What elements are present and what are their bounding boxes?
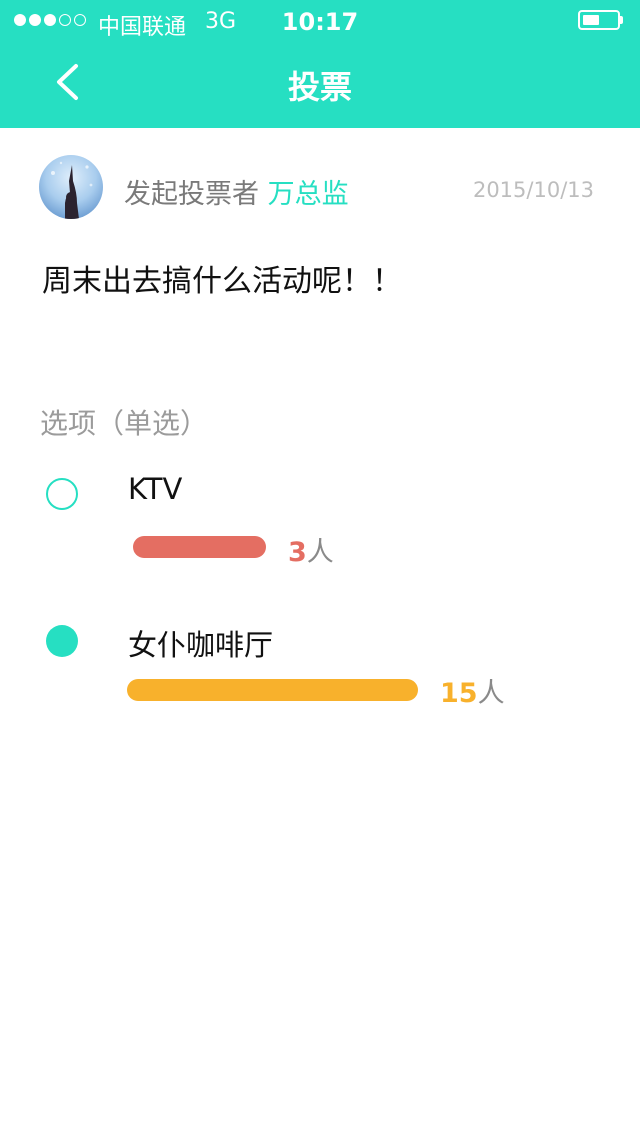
vote-date: 2015/10/13 [472,178,594,202]
starter-name[interactable]: 万总监 [268,179,349,210]
vote-count-number: 3 [288,537,307,568]
vote-starter: 发起投票者 万总监 [124,172,349,211]
page-title: 投票 [287,68,352,106]
vote-question: 周末出去搞什么活动呢！！ [42,264,402,299]
status-time: 10:17 [281,8,359,36]
vote-count-unit: 人 [477,678,505,709]
vote-count-number: 15 [440,678,478,709]
vote-bar [133,536,266,558]
option-maid-cafe[interactable]: 女仆咖啡厅 15人 [0,620,640,740]
battery-icon [578,10,620,30]
option-ktv[interactable]: KTV 3人 [0,470,640,590]
battery-level [583,15,599,25]
options-section-label: 选项（单选） [40,407,209,440]
vote-count: 15人 [440,671,505,710]
radio-button[interactable] [46,478,78,510]
battery-tip [620,16,623,24]
starter-label: 发起投票者 [124,179,259,210]
avatar-image [39,155,103,219]
vote-bar [127,679,418,701]
option-label: KTV [128,472,183,506]
status-bar: 中国联通 3G 10:17 [0,0,640,44]
header-bar: 中国联通 3G 10:17 投票 [0,0,640,128]
radio-button[interactable] [46,625,78,657]
option-label: 女仆咖啡厅 [128,628,274,662]
vote-count-unit: 人 [306,537,334,568]
avatar[interactable] [39,155,103,219]
vote-count: 3人 [288,530,334,569]
